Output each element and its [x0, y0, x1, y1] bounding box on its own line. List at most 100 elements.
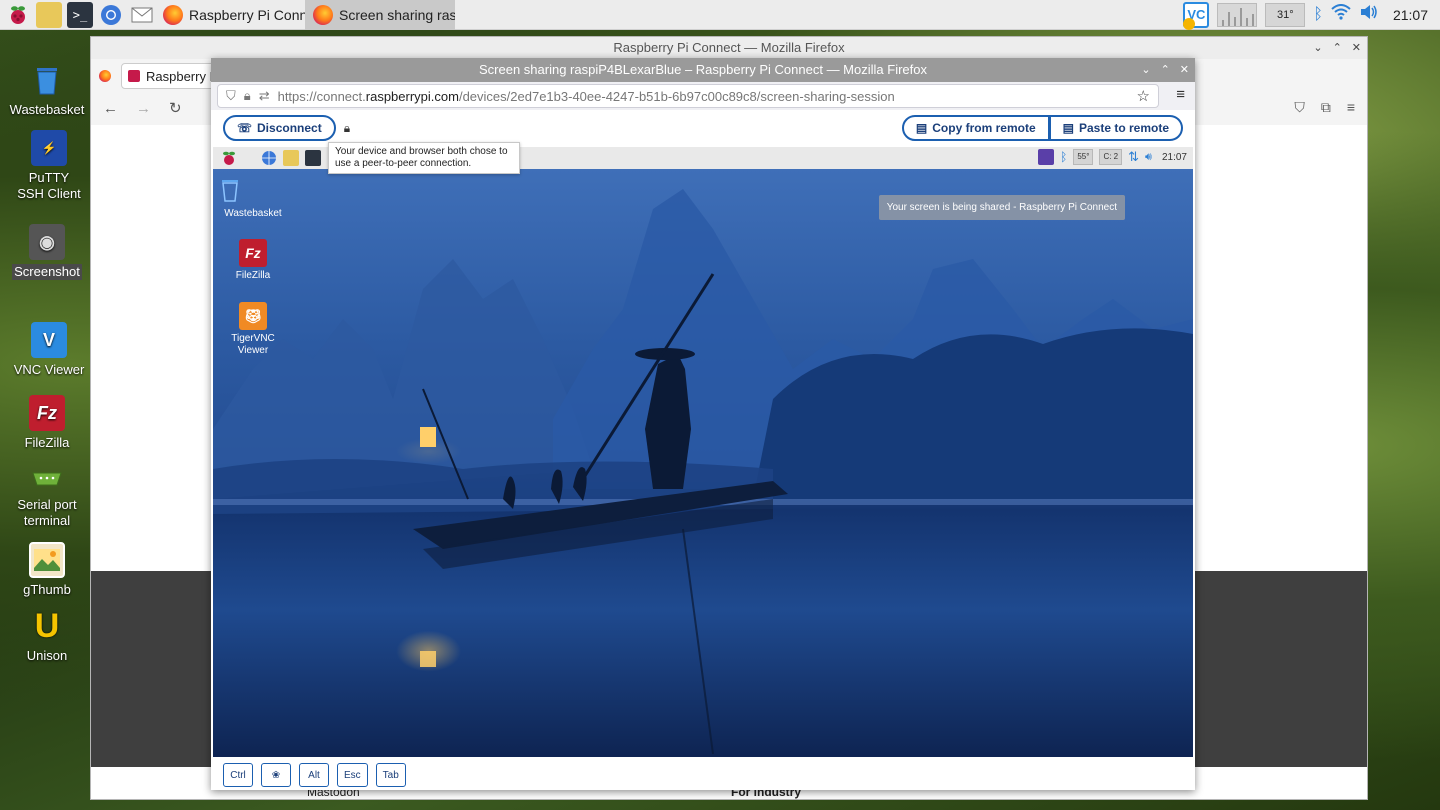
- system-tray: VC 31° ᛒ 21:07: [1183, 1, 1440, 30]
- bookmark-star-icon[interactable]: ☆: [1137, 87, 1150, 105]
- menu-icon[interactable]: ≡: [1176, 86, 1185, 103]
- paste-to-remote-button[interactable]: ▤ Paste to remote: [1049, 115, 1183, 141]
- wifi-icon[interactable]: [1331, 4, 1351, 25]
- window-titlebar[interactable]: Screen sharing raspiP4BLexarBlue – Raspb…: [211, 58, 1195, 82]
- tab-key-button[interactable]: Tab: [375, 763, 406, 787]
- maximize-icon[interactable]: ⌃: [1161, 58, 1170, 82]
- remote-icon-label: Wastebasket: [224, 208, 282, 219]
- remote-clock[interactable]: 21:07: [1162, 152, 1187, 163]
- esc-key-button[interactable]: Esc: [337, 763, 368, 787]
- disconnect-button[interactable]: ☏ Disconnect: [223, 115, 336, 141]
- clipboard-button-group: ▤ Copy from remote ▤ Paste to remote: [901, 115, 1183, 141]
- url-row: ⛉ 🔒︎ ⇄ https://connect.raspberrypi.com/d…: [211, 82, 1195, 110]
- ctrl-key-button[interactable]: Ctrl: [223, 763, 253, 787]
- camera-icon: ◉: [29, 224, 65, 260]
- desktop-icon-label: Screenshot: [12, 264, 82, 280]
- remote-connect-icon[interactable]: [1038, 149, 1055, 165]
- serial-port-icon: [29, 465, 65, 493]
- window-titlebar[interactable]: Raspberry Pi Connect — Mozilla Firefox ⌄…: [91, 37, 1367, 59]
- filezilla-icon: Fz: [239, 239, 267, 267]
- url-domain: raspberrypi.com: [365, 88, 459, 104]
- p2p-lock-icon[interactable]: 🔒︎: [344, 121, 350, 136]
- desktop-icon-putty[interactable]: ⚡ PuTTY SSH Client: [4, 130, 94, 202]
- raspberry-pi-favicon: [128, 70, 140, 82]
- remote-desktop-icon-tigervnc[interactable]: 🐯︎ TigerVNC Viewer: [218, 302, 288, 357]
- volume-icon[interactable]: [1359, 4, 1379, 25]
- reload-icon[interactable]: ↻: [169, 99, 182, 117]
- desktop-icon-label: VNC Viewer: [13, 362, 85, 377]
- remote-icon-label: FileZilla: [235, 270, 271, 281]
- clock[interactable]: 21:07: [1393, 7, 1428, 23]
- special-keys-row: Ctrl ❀ Alt Esc Tab: [223, 763, 406, 787]
- back-icon[interactable]: ←: [103, 100, 118, 117]
- cpu-usage-graph[interactable]: [1217, 2, 1258, 27]
- bluetooth-icon[interactable]: ᛒ: [1313, 6, 1323, 24]
- alt-key-button[interactable]: Alt: [299, 763, 329, 787]
- mail-icon[interactable]: [129, 2, 155, 28]
- minimize-icon[interactable]: ⌄: [1313, 37, 1322, 59]
- p2p-tooltip: Your device and browser both chose to us…: [328, 142, 520, 174]
- copy-from-remote-button[interactable]: ▤ Copy from remote: [901, 115, 1050, 141]
- disconnect-label: Disconnect: [257, 121, 322, 135]
- firefox-view-icon[interactable]: [99, 70, 111, 82]
- forward-icon[interactable]: →: [136, 100, 151, 117]
- desktop-icon-label: FileZilla: [24, 435, 70, 450]
- remote-temp[interactable]: 55°: [1073, 149, 1094, 165]
- desktop-icon-serial-terminal[interactable]: Serial port terminal: [2, 465, 92, 529]
- terminal-icon[interactable]: >_: [67, 1, 93, 28]
- remote-folder-icon[interactable]: [283, 150, 299, 166]
- maximize-icon[interactable]: ⌃: [1333, 37, 1342, 59]
- close-icon[interactable]: ✕: [1352, 37, 1361, 59]
- remote-wallpaper: Your screen is being shared - Raspberry …: [213, 169, 1193, 757]
- remote-screen[interactable]: ᛒ 55° C: 2 ⇅ 🔊︎ 21:07 Your screen is bei…: [213, 147, 1193, 757]
- desktop-icon-filezilla[interactable]: Fz FileZilla: [2, 395, 92, 451]
- remote-cpu[interactable]: C: 2: [1099, 149, 1123, 165]
- remote-desktop-icon-wastebasket[interactable]: Wastebasket: [218, 177, 288, 220]
- remote-icon-label: TigerVNC Viewer: [231, 333, 275, 356]
- screen-shared-notification: Your screen is being shared - Raspberry …: [878, 195, 1125, 220]
- minimize-icon[interactable]: ⌄: [1141, 58, 1150, 82]
- close-icon[interactable]: ✕: [1180, 58, 1189, 82]
- desktop-icon-label: Serial port terminal: [17, 497, 77, 528]
- desktop-icon-wastebasket[interactable]: Wastebasket: [2, 62, 92, 118]
- footer-link-mastodon[interactable]: Mastodon: [307, 789, 360, 799]
- raspberry-key-button[interactable]: ❀: [261, 763, 291, 787]
- remote-raspberry-icon[interactable]: [221, 150, 237, 166]
- connect-toolbar: ☏ Disconnect 🔒︎ ▤ Copy from remote ▤ Pas…: [211, 110, 1195, 146]
- desktop-icon-vnc-viewer[interactable]: V VNC Viewer: [4, 322, 94, 378]
- remote-volume-icon[interactable]: 🔊︎: [1145, 151, 1152, 164]
- remote-network-icon[interactable]: ⇅: [1128, 149, 1139, 165]
- vnc-server-icon[interactable]: VC: [1183, 1, 1210, 30]
- desktop-icon-gthumb[interactable]: gThumb: [2, 542, 92, 598]
- putty-icon: ⚡: [31, 130, 67, 166]
- warning-icon: [1183, 17, 1196, 30]
- window-title: Raspberry Pi Connect — Mozilla Firefox: [613, 40, 845, 55]
- permissions-icon[interactable]: ⇄: [259, 88, 270, 104]
- file-manager-icon[interactable]: [36, 1, 62, 28]
- vnc-viewer-icon: V: [31, 322, 67, 358]
- url-path: /devices/2ed7e1b3-40ee-4247-b51b-6b97c00…: [458, 88, 895, 104]
- remote-bluetooth-icon[interactable]: ᛒ: [1060, 150, 1067, 164]
- raspberry-menu-icon[interactable]: [5, 2, 31, 28]
- pocket-icon[interactable]: ⛉: [1294, 99, 1305, 116]
- menu-icon[interactable]: ≡: [1347, 99, 1355, 116]
- clipboard-icon: ▤: [915, 121, 928, 135]
- desktop-icon-screenshot[interactable]: ◉ Screenshot: [2, 224, 92, 280]
- extensions-icon[interactable]: ⧉: [1321, 99, 1331, 116]
- page-footer: Mastodon For industry: [91, 789, 1367, 799]
- taskbar: >_ Raspberry Pi Connec... Screen sharing…: [0, 0, 1440, 30]
- desktop-icon-unison[interactable]: U Unison: [2, 606, 92, 664]
- tracking-shield-icon[interactable]: ⛉: [226, 88, 236, 104]
- chromium-icon[interactable]: [98, 2, 124, 28]
- address-bar[interactable]: ⛉ 🔒︎ ⇄ https://connect.raspberrypi.com/d…: [217, 84, 1159, 108]
- unison-icon: U: [34, 606, 60, 645]
- taskbar-task-connect[interactable]: Raspberry Pi Connec...: [155, 0, 305, 30]
- remote-terminal-icon[interactable]: [305, 150, 321, 166]
- remote-desktop-icon-filezilla[interactable]: Fz FileZilla: [218, 239, 288, 282]
- url-prefix: https://connect.: [277, 88, 366, 104]
- cpu-temperature[interactable]: 31°: [1265, 2, 1306, 27]
- taskbar-task-screen-sharing[interactable]: Screen sharing raspi...: [305, 0, 455, 30]
- task-label: Raspberry Pi Connec...: [189, 6, 305, 23]
- lock-icon[interactable]: 🔒︎: [244, 88, 251, 104]
- remote-browser-icon[interactable]: [261, 150, 277, 166]
